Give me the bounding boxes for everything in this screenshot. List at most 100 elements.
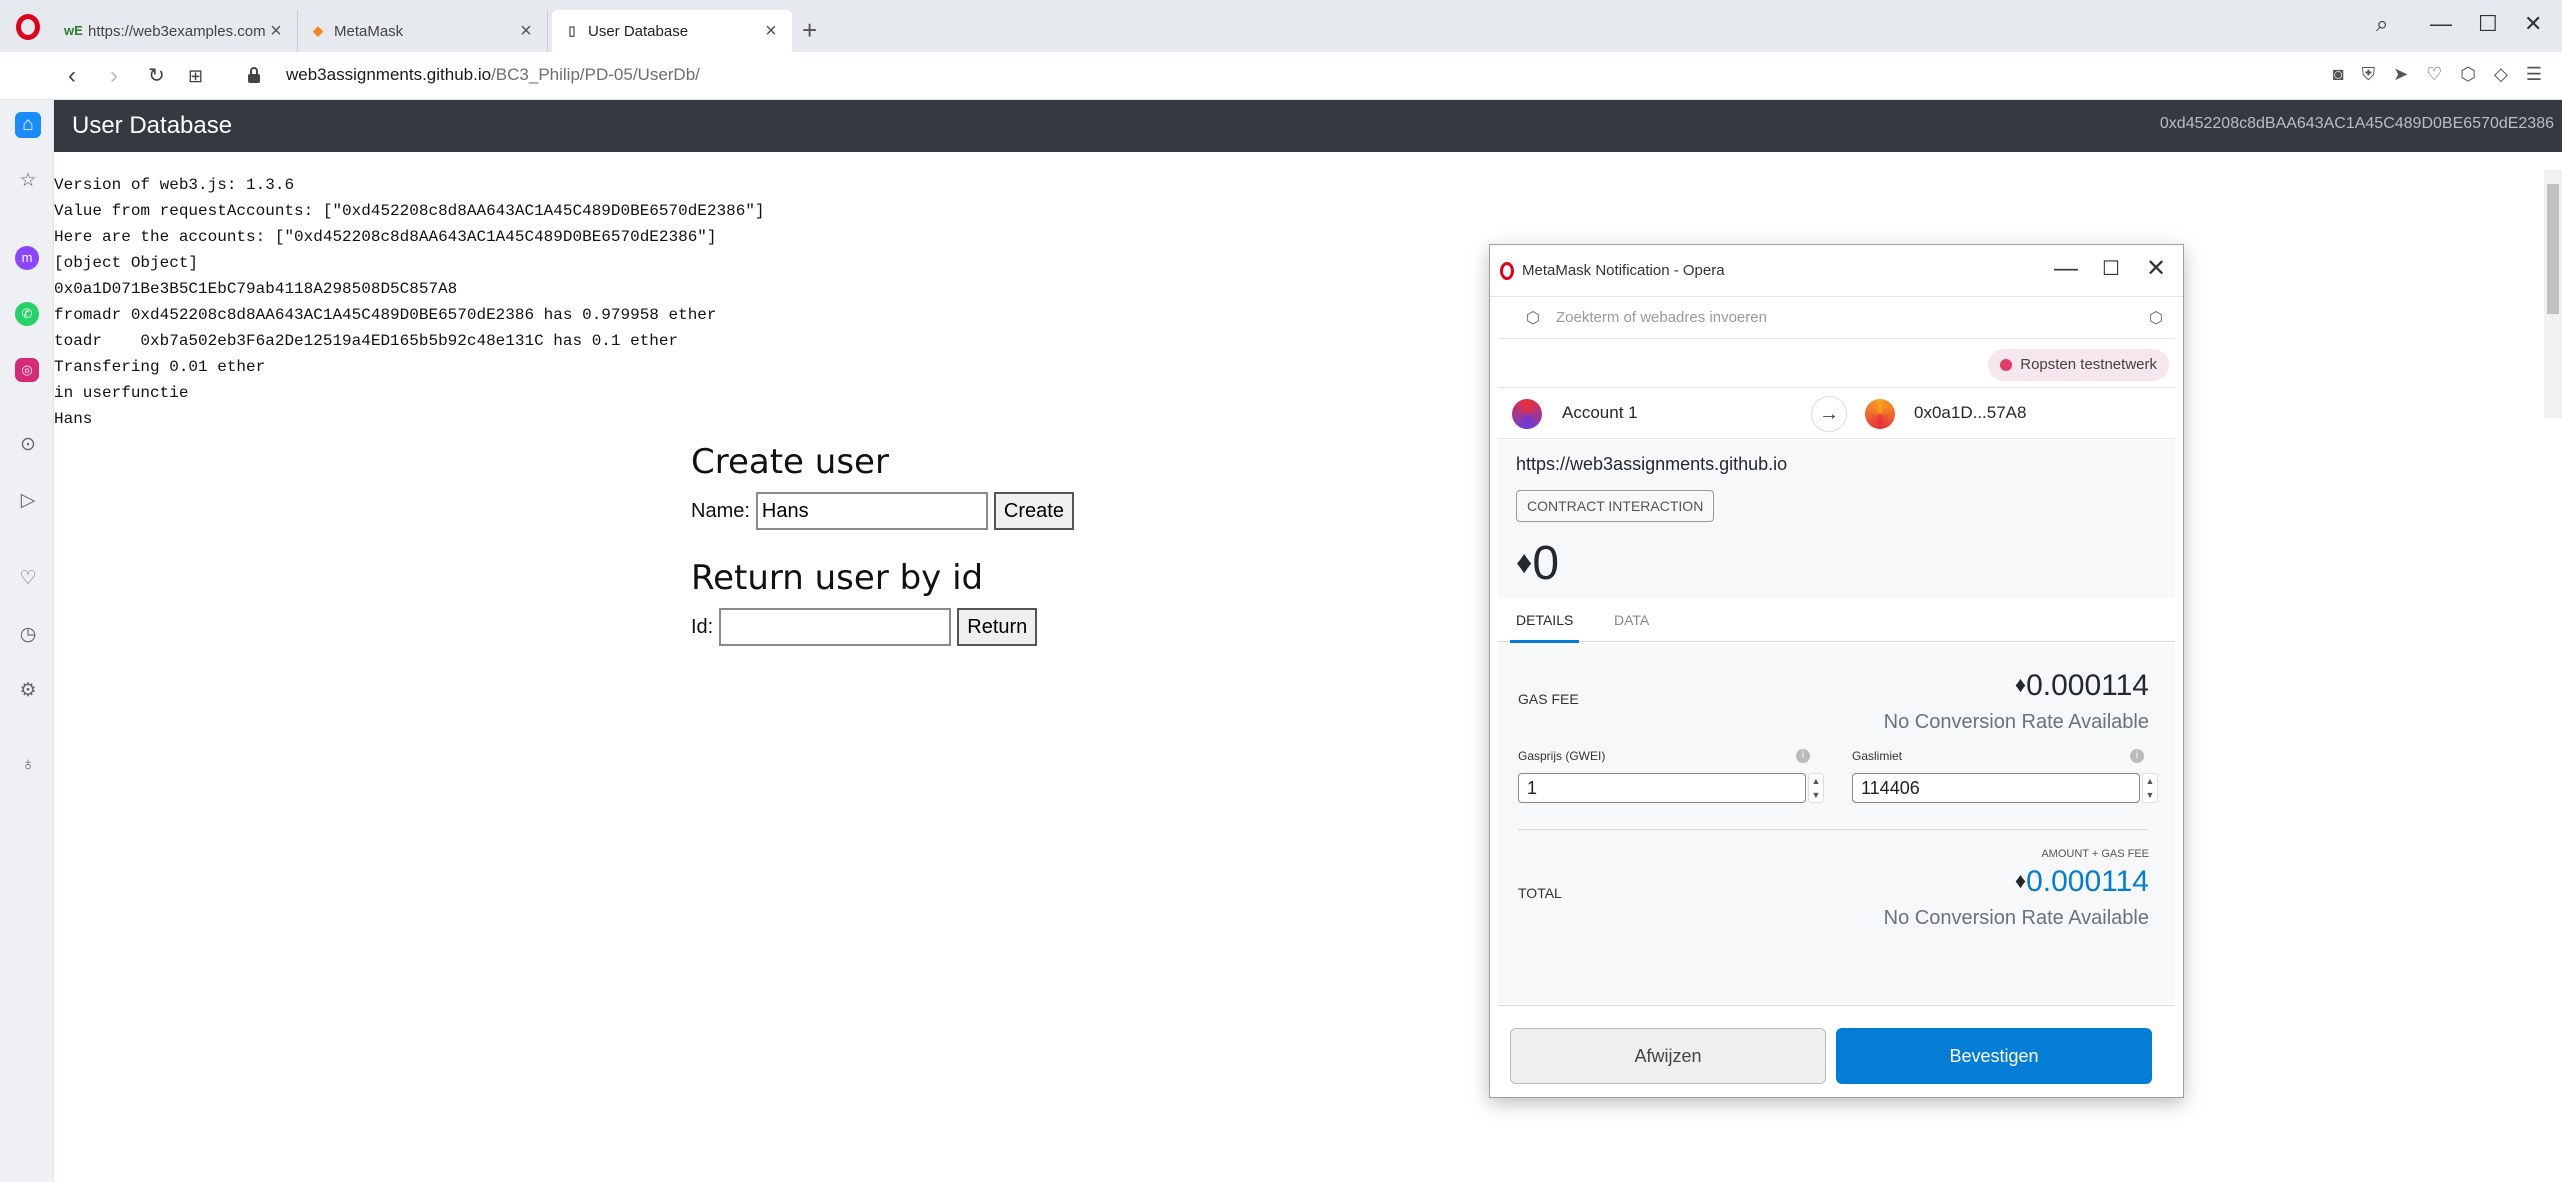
gas-fee-label: GAS FEE	[1518, 691, 1579, 707]
cube-icon[interactable]: ⬡	[2460, 64, 2476, 85]
confirm-button[interactable]: Bevestigen	[1836, 1028, 2152, 1084]
gas-no-conversion: No Conversion Rate Available	[1883, 711, 2149, 733]
opera-logo-icon[interactable]	[16, 14, 40, 40]
id-label: Id:	[691, 615, 714, 638]
gas-limit-input[interactable]: 114406	[1852, 773, 2140, 803]
tab-close-icon[interactable]: ×	[762, 21, 780, 41]
detail-tabs: DETAILS DATA	[1498, 598, 2175, 643]
maximize-icon[interactable]: ☐	[2102, 255, 2120, 283]
history-clock-icon[interactable]: ◷	[15, 622, 41, 648]
camera-icon[interactable]: ◙	[2333, 64, 2344, 85]
popup-search-bar[interactable]: ⬡ Zoekterm of webadres invoeren ⬡	[1498, 297, 2175, 339]
info-icon[interactable]: i	[2130, 749, 2144, 763]
gas-fee-value: ♦0.000114	[2015, 669, 2149, 703]
tab-data[interactable]: DATA	[1614, 612, 1649, 628]
arrow-right-icon: →	[1811, 396, 1847, 432]
log-output: Version of web3.js: 1.3.6 Value from req…	[54, 172, 1494, 424]
tab-web3examples[interactable]: wE https://web3examples.com ×	[52, 10, 298, 52]
forward-icon[interactable]: ›	[110, 62, 118, 90]
maximize-icon[interactable]: ☐	[2478, 10, 2498, 38]
minimize-icon[interactable]: —	[2430, 10, 2452, 38]
account-address: 0xd452208c8dBAA643AC1A45C489D0BE6570dE23…	[2159, 115, 2554, 132]
name-input[interactable]	[755, 492, 988, 530]
send-icon[interactable]: ➤	[2393, 64, 2408, 85]
log-scrollbar[interactable]	[2544, 170, 2562, 418]
minimize-icon[interactable]: —	[2054, 255, 2078, 283]
log-line: Here are the accounts: ["0xd452208c8d8AA…	[54, 228, 717, 246]
url-path: /BC3_Philip/PD-05/UserDb/	[491, 65, 700, 84]
tab-close-icon[interactable]: ×	[517, 21, 535, 41]
network-badge[interactable]: Ropsten testnetwerk	[1988, 349, 2169, 381]
eth-icon: ♦	[1516, 544, 1533, 580]
heart-icon[interactable]: ♡	[2426, 64, 2442, 85]
to-account-address: 0x0a1D...57A8	[1914, 403, 2027, 422]
close-icon[interactable]: ✕	[2146, 255, 2166, 283]
create-user-row: Name: Create	[691, 492, 1074, 530]
address-bar-tools: ◙ ⛨ ➤ ♡ ⬡ ◇ ☰	[2333, 64, 2542, 85]
divider	[1518, 829, 2148, 830]
lightbulb-icon[interactable]: ♁	[15, 752, 41, 778]
shield-icon[interactable]: ⛨	[2362, 64, 2376, 85]
tab-grid-icon[interactable]: ⊞	[188, 62, 203, 90]
create-user-form: Create user Name: Create	[691, 442, 1074, 530]
reject-button[interactable]: Afwijzen	[1510, 1028, 1826, 1084]
scrollbar-thumb[interactable]	[2547, 184, 2559, 314]
return-user-row: Id: Return	[691, 608, 1038, 646]
amount-value: 0	[1532, 537, 1560, 590]
metamask-fox-icon: ◆	[313, 23, 323, 38]
lock-icon[interactable]	[248, 67, 260, 83]
tab-user-database[interactable]: ▯ User Database ×	[552, 10, 792, 52]
gas-fee-number: 0.000114	[2026, 669, 2149, 702]
gas-price-stepper[interactable]: ▲ ▼	[1808, 773, 1824, 803]
star-icon[interactable]: ☆	[15, 168, 41, 194]
account-transfer-row: Account 1 → 0x0a1D...57A8	[1498, 387, 2175, 439]
total-number: 0.000114	[2026, 865, 2149, 898]
network-status-dot	[2000, 359, 2013, 371]
tab-label: User Database	[588, 22, 689, 40]
back-icon[interactable]: ‹	[68, 62, 76, 90]
origin-url: https://web3assignments.github.io	[1516, 454, 1788, 474]
details-panel: GAS FEE ♦0.000114 No Conversion Rate Ava…	[1498, 643, 2175, 1003]
new-tab-plus-icon[interactable]: +	[802, 16, 817, 44]
url-field[interactable]: web3assignments.github.io/BC3_Philip/PD-…	[286, 65, 700, 85]
instagram-icon[interactable]: ◎	[15, 358, 39, 382]
page-header: User Database 0xd452208c8dBAA643AC1A45C4…	[54, 100, 2562, 152]
eth-icon: ♦	[2014, 672, 2027, 697]
popup-footer: Afwijzen Bevestigen	[1498, 1005, 2175, 1097]
contract-interaction-tag: CONTRACT INTERACTION	[1516, 490, 1715, 522]
cube-icon: ⬡	[1526, 310, 1540, 327]
to-account-avatar	[1865, 399, 1895, 429]
return-button[interactable]: Return	[957, 608, 1038, 646]
id-input[interactable]	[719, 608, 952, 646]
search-tabs-icon[interactable]: ⌕	[2376, 10, 2388, 38]
send-icon[interactable]: ▷	[15, 488, 41, 514]
cube-icon[interactable]: ⬡	[2149, 308, 2163, 328]
player-icon[interactable]: ⊙	[15, 432, 41, 458]
address-bar: ‹ › ↻ ⊞ web3assignments.github.io/BC3_Ph…	[0, 52, 2562, 100]
whatsapp-icon[interactable]: ✆	[15, 302, 39, 326]
create-button[interactable]: Create	[993, 492, 1074, 530]
sidebar: ⌂ ☆ m ✆ ◎ ⊙ ▷ ♡ ◷ ⚙ ♁	[0, 100, 54, 1182]
reload-icon[interactable]: ↻	[148, 62, 165, 90]
transaction-summary: https://web3assignments.github.io CONTRA…	[1498, 440, 2175, 598]
gas-limit-label: Gaslimiet	[1852, 749, 1903, 763]
messenger-icon[interactable]: m	[15, 246, 39, 270]
tab-close-icon[interactable]: ×	[267, 21, 285, 41]
tab-metamask[interactable]: ◆ MetaMask ×	[298, 10, 548, 52]
gas-price-label: Gasprijs (GWEI)	[1518, 749, 1606, 763]
wallet-icon[interactable]: ◇	[2494, 64, 2508, 85]
close-window-icon[interactable]: ✕	[2524, 10, 2542, 38]
gas-price-input[interactable]: 1	[1518, 773, 1806, 803]
settings-sliders-icon[interactable]: ☰	[2526, 64, 2542, 85]
total-label: TOTAL	[1518, 885, 1562, 901]
total-value: ♦0.000114	[2015, 865, 2149, 899]
gas-limit-stepper[interactable]: ▲ ▼	[2142, 773, 2158, 803]
log-line: [object Object]	[54, 254, 199, 272]
home-icon[interactable]: ⌂	[15, 112, 41, 138]
gear-icon[interactable]: ⚙	[15, 678, 41, 704]
from-account-name: Account 1	[1562, 403, 1638, 422]
info-icon[interactable]: i	[1796, 749, 1810, 763]
heart-icon[interactable]: ♡	[15, 566, 41, 592]
tab-details[interactable]: DETAILS	[1510, 612, 1580, 643]
log-line: Version of web3.js: 1.3.6	[54, 176, 295, 194]
